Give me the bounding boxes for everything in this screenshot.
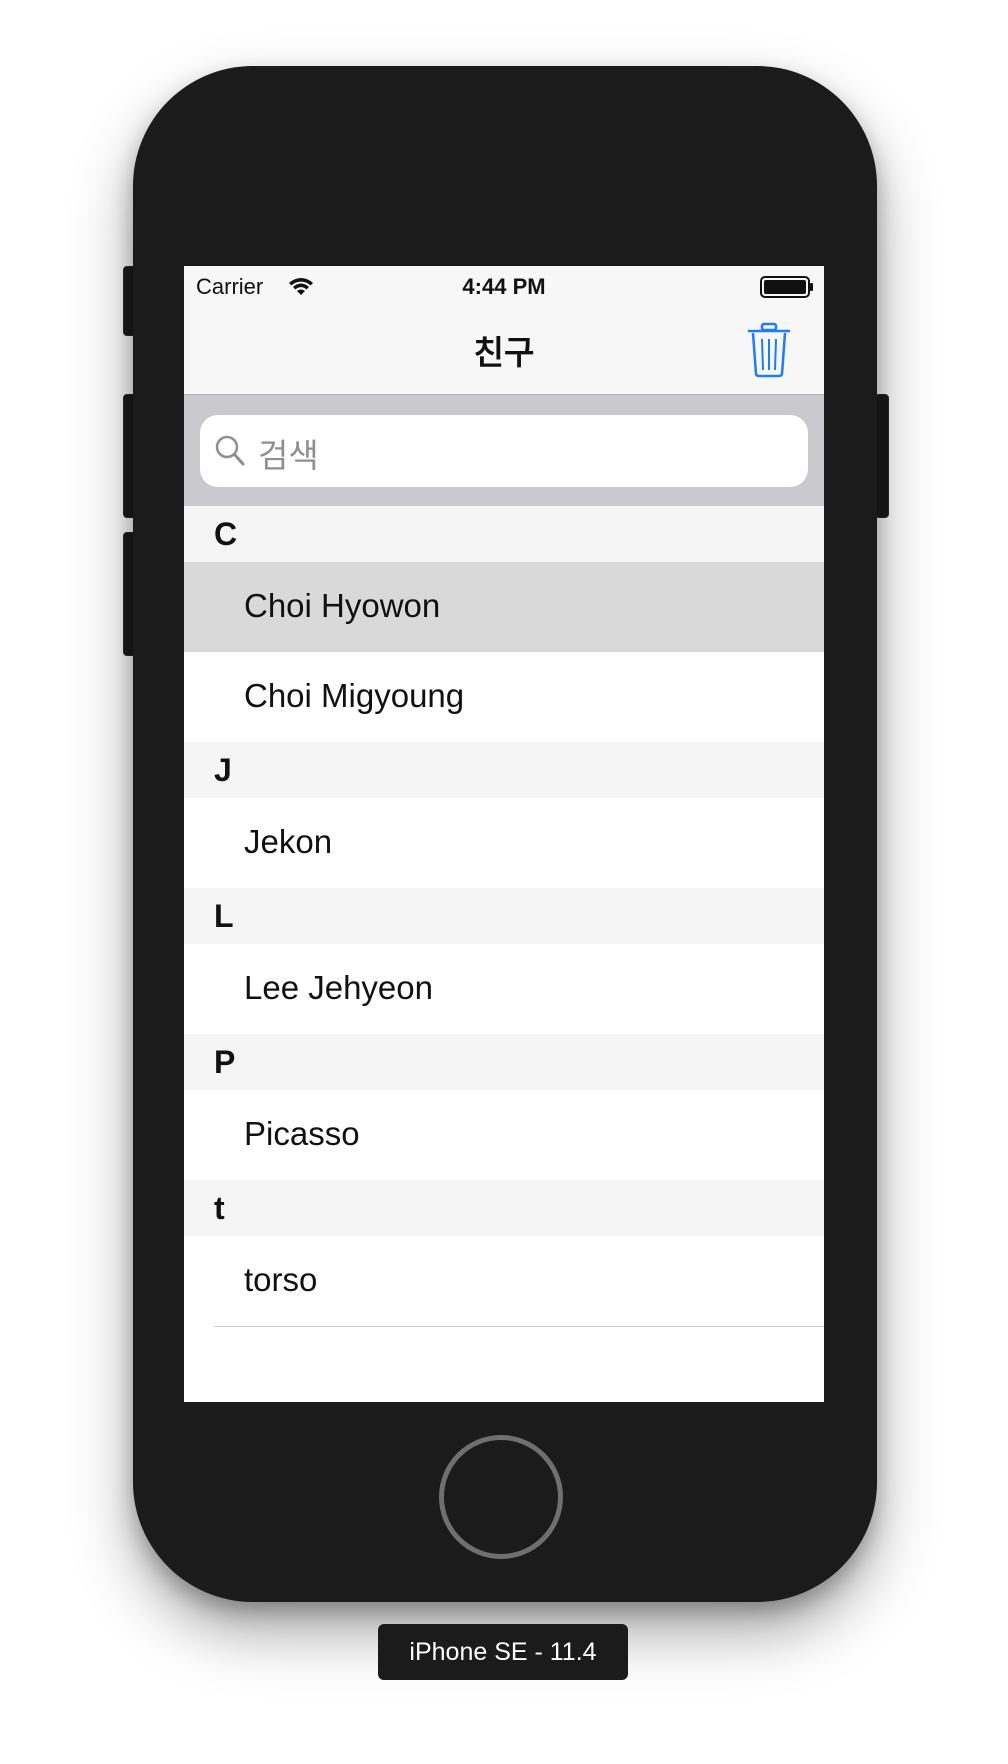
simulator-stage: Carrier 4:44 PM 친구 검색 C Choi Hyowon Choi… [0,0,1008,1764]
nav-title: 친구 [473,334,535,371]
table-row[interactable]: Picasso [184,1090,824,1180]
section-header-c: C [184,506,824,562]
table-row[interactable]: Jekon [184,798,824,888]
table-row[interactable]: Choi Migyoung [184,652,824,742]
search-bar: 검색 [184,395,824,507]
section-header-l: L [184,888,824,944]
section-header-p: P [184,1034,824,1090]
search-input[interactable]: 검색 [200,415,808,487]
row-label: Choi Migyoung [244,677,465,714]
row-label: Picasso [244,1115,360,1152]
table-row[interactable]: Choi Hyowon [184,562,824,652]
status-bar: Carrier 4:44 PM [184,266,824,306]
section-title: J [214,752,232,788]
home-button[interactable] [439,1435,563,1559]
row-label: Jekon [244,823,333,860]
row-label: Choi Hyowon [244,587,441,624]
row-label: torso [244,1261,318,1298]
row-label: Lee Jehyeon [244,969,433,1006]
row-separator [214,1326,824,1327]
section-header-j: J [184,742,824,798]
navigation-bar: 친구 [184,306,824,395]
device-label: iPhone SE - 11.4 [378,1624,628,1680]
section-title: t [214,1190,225,1226]
power-button [875,394,889,518]
device-screen: Carrier 4:44 PM 친구 검색 C Choi Hyowon Choi… [184,266,824,1402]
table-row[interactable]: Lee Jehyeon [184,944,824,1034]
status-time: 4:44 PM [462,274,546,299]
trash-icon [747,322,791,378]
table-row[interactable]: torso [184,1236,824,1326]
friends-table: C Choi Hyowon Choi Migyoung J Jekon L Le… [184,506,824,1327]
section-title: L [214,898,234,934]
search-placeholder: 검색 [258,437,319,474]
section-title: C [214,516,238,552]
section-title: P [214,1044,236,1080]
search-icon [215,435,245,466]
battery-icon [760,276,813,298]
section-header-t: t [184,1180,824,1236]
trash-button[interactable] [746,322,792,378]
